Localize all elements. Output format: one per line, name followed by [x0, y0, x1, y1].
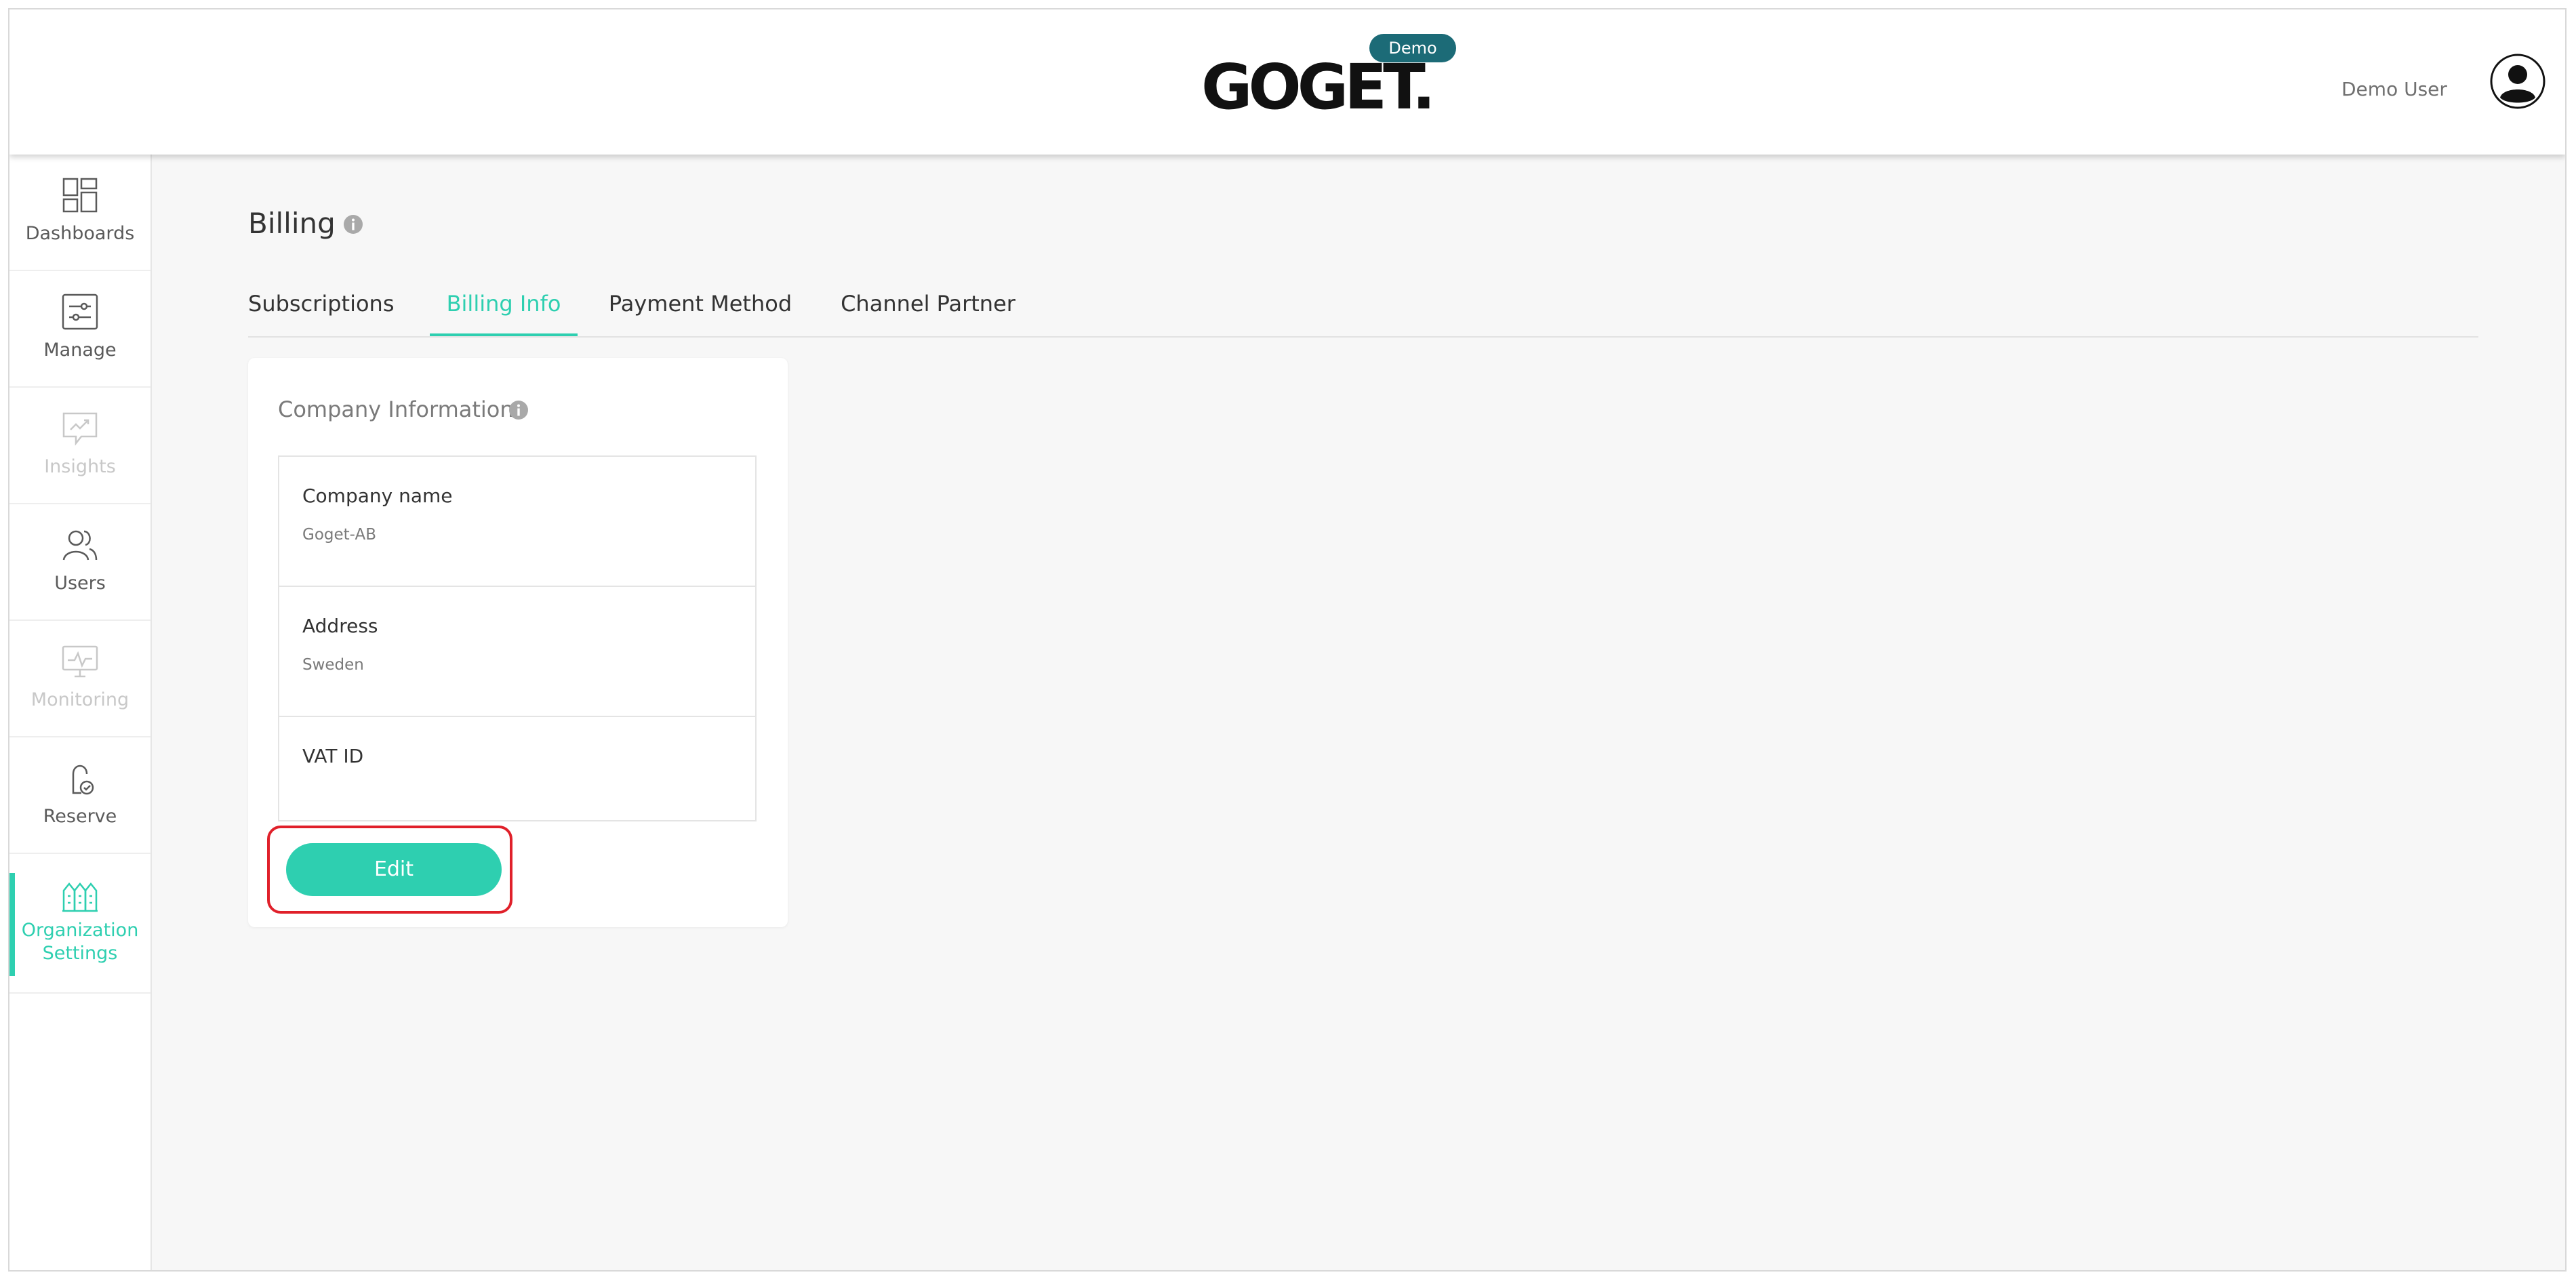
app-window: GOGET. Demo Demo User Dashboards Manage …	[8, 8, 2567, 1272]
tab-subscriptions[interactable]: Subscriptions	[248, 277, 395, 335]
sidebar-item-reserve[interactable]: Reserve	[9, 737, 150, 854]
organization-buildings-icon	[62, 882, 98, 912]
field-label: Company name	[302, 485, 453, 507]
field-label: VAT ID	[302, 745, 364, 767]
sidebar-item-organization-settings[interactable]: Organization Settings	[9, 854, 150, 994]
sidebar-item-label: Users	[54, 573, 106, 594]
sidebar-item-dashboards[interactable]: Dashboards	[9, 155, 150, 271]
tab-billing-info[interactable]: Billing Info	[430, 277, 578, 336]
sidebar-item-label: Organization Settings	[9, 919, 150, 965]
reserve-icon	[72, 765, 94, 795]
tab-channel-partner[interactable]: Channel Partner	[809, 277, 1047, 335]
sidebar-item-label: Dashboards	[25, 223, 135, 244]
sidebar-item-insights[interactable]: Insights	[9, 388, 150, 504]
billing-tabs: Subscriptions Billing Info Payment Metho…	[248, 277, 2478, 338]
field-company-name: Company name Goget-AB	[279, 457, 755, 586]
demo-badge: Demo	[1369, 34, 1456, 62]
sidebar-item-label: Insights	[44, 456, 116, 477]
insights-flag-icon	[62, 412, 98, 446]
top-header: GOGET. Demo Demo User	[9, 9, 2565, 155]
sidebar-item-label: Monitoring	[31, 689, 129, 710]
field-address: Address Sweden	[279, 587, 755, 716]
manage-sliders-icon	[62, 293, 98, 330]
field-label: Address	[302, 615, 378, 637]
screenshot-frame: GOGET. Demo Demo User Dashboards Manage …	[0, 0, 2576, 1281]
monitoring-icon	[62, 645, 98, 678]
edit-button[interactable]: Edit	[286, 843, 502, 896]
field-value: Goget-AB	[302, 526, 376, 544]
field-value: Sweden	[302, 656, 364, 674]
user-avatar-icon[interactable]	[2489, 53, 2546, 110]
sidebar-label-line: Organization	[21, 920, 139, 941]
card-title: Company Information	[278, 396, 514, 422]
sidebar: Dashboards Manage Insights Users Monitor…	[9, 155, 152, 1270]
sidebar-item-label: Reserve	[43, 806, 117, 827]
page-title: Billing	[248, 207, 336, 240]
users-icon	[62, 530, 98, 561]
dashboards-icon	[62, 178, 98, 213]
sidebar-item-label: Manage	[43, 340, 117, 361]
sidebar-item-monitoring[interactable]: Monitoring	[9, 621, 150, 737]
sidebar-item-manage[interactable]: Manage	[9, 271, 150, 388]
tab-payment-method[interactable]: Payment Method	[590, 277, 811, 335]
sidebar-item-users[interactable]: Users	[9, 504, 150, 621]
user-name[interactable]: Demo User	[2341, 77, 2447, 102]
info-icon[interactable]	[343, 214, 363, 235]
company-info-box: Company name Goget-AB Address Sweden VAT…	[278, 455, 757, 821]
field-vat-id: VAT ID	[279, 717, 755, 820]
sidebar-label-line: Settings	[42, 943, 118, 964]
info-icon[interactable]	[508, 400, 529, 420]
